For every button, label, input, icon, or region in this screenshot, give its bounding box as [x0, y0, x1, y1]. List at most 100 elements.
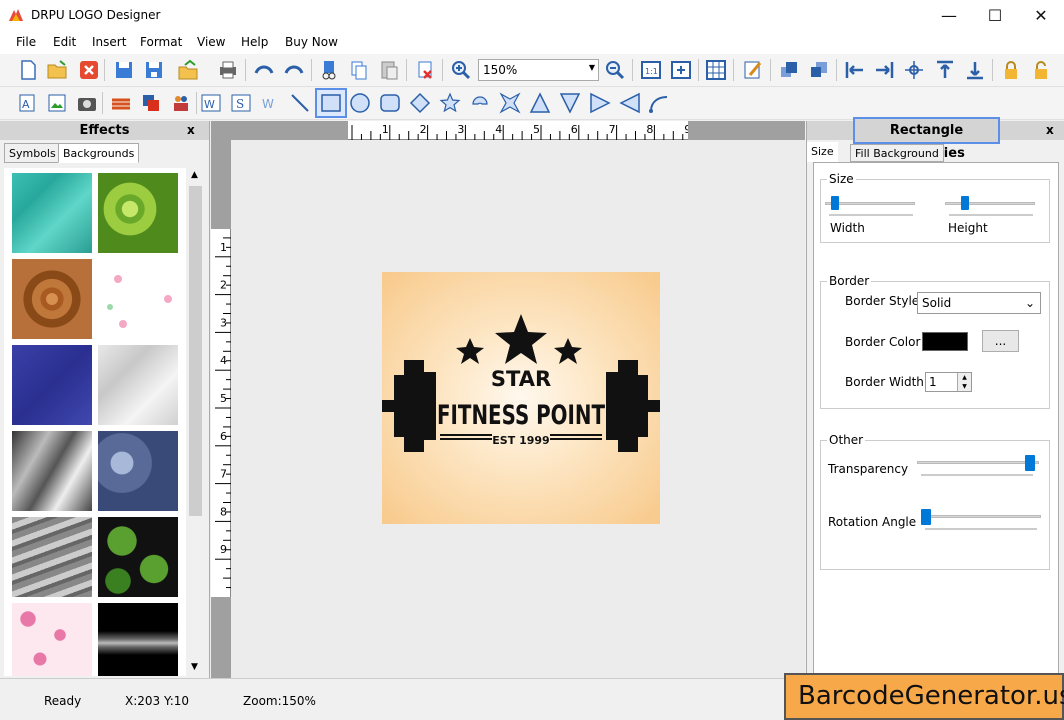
border-color-picker-button[interactable]: ...	[982, 330, 1019, 352]
align-center-button[interactable]	[901, 57, 927, 83]
export-button[interactable]	[175, 57, 201, 83]
triangle-right-tool-button[interactable]	[587, 90, 613, 116]
menu-buy-now[interactable]: Buy Now	[285, 35, 338, 49]
redo-button[interactable]	[281, 57, 307, 83]
border-color-swatch[interactable]	[922, 332, 968, 351]
background-thumbnail[interactable]	[98, 603, 178, 676]
background-thumbnail[interactable]	[98, 345, 178, 425]
menu-edit[interactable]: Edit	[53, 35, 76, 49]
align-right-button[interactable]	[871, 57, 897, 83]
chevron-down-icon[interactable]: ▼	[191, 662, 198, 672]
send-back-button[interactable]	[806, 57, 832, 83]
rotation-slider-thumb[interactable]	[921, 509, 931, 525]
triangle-left-tool-button[interactable]	[617, 90, 643, 116]
burst-tool-button[interactable]	[497, 90, 523, 116]
zoom-combo[interactable]: 150% ▼	[478, 59, 599, 81]
triangle-down-tool-button[interactable]	[557, 90, 583, 116]
image-tool-button[interactable]	[44, 90, 70, 116]
background-thumbnail[interactable]	[98, 517, 178, 597]
chevron-up-icon[interactable]: ▲	[191, 170, 198, 180]
design-canvas-area[interactable]: 123456789 123456789 STAR FITNESS POINT E…	[211, 121, 805, 678]
arc-tool-button[interactable]	[467, 90, 493, 116]
zoom-out-button[interactable]	[602, 57, 628, 83]
grid-button[interactable]	[703, 57, 729, 83]
unlock-button[interactable]	[1028, 57, 1054, 83]
transparency-slider-track[interactable]	[917, 461, 1039, 464]
delete-button[interactable]	[412, 57, 438, 83]
new-file-button[interactable]	[15, 57, 41, 83]
layers-tool-button[interactable]	[108, 90, 134, 116]
menu-view[interactable]: View	[197, 35, 225, 49]
watermark-tool-button[interactable]: W	[258, 90, 284, 116]
border-width-spinner[interactable]: 1 ▲ ▼	[925, 372, 972, 392]
scroll-thumb[interactable]	[189, 186, 202, 516]
shapes-tool-button[interactable]	[138, 90, 164, 116]
height-slider-thumb[interactable]	[961, 196, 969, 210]
menu-file[interactable]: File	[16, 35, 36, 49]
close-icon[interactable]: x	[1046, 123, 1054, 137]
fit-window-button[interactable]	[668, 57, 694, 83]
spin-up-icon[interactable]: ▲	[957, 373, 971, 382]
diamond-tool-button[interactable]	[407, 90, 433, 116]
background-thumbnail[interactable]	[12, 345, 92, 425]
maximize-icon[interactable]: ☐	[972, 0, 1018, 31]
transparency-slider-thumb[interactable]	[1025, 455, 1035, 471]
vertical-ruler: 1 2 3 4 5 6 7 8 9	[211, 229, 231, 597]
save-as-button[interactable]	[141, 57, 167, 83]
lock-button[interactable]	[998, 57, 1024, 83]
rectangle-tool-button[interactable]	[315, 88, 347, 118]
paste-button[interactable]	[376, 57, 402, 83]
background-thumbnail[interactable]	[12, 517, 92, 597]
minimize-icon[interactable]: —	[926, 0, 972, 31]
line-tool-button[interactable]	[287, 90, 313, 116]
menu-format[interactable]: Format	[140, 35, 182, 49]
wordart-tool-button[interactable]: W	[198, 90, 224, 116]
ellipse-tool-button[interactable]	[347, 90, 373, 116]
width-slider-thumb[interactable]	[831, 196, 839, 210]
background-thumbnail[interactable]	[12, 603, 92, 676]
logo-rectangle[interactable]: STAR FITNESS POINT EST 1999	[382, 272, 660, 524]
close-icon[interactable]: ✕	[1018, 0, 1064, 31]
tab-size[interactable]: Size	[807, 142, 838, 162]
close-doc-button[interactable]	[76, 57, 102, 83]
rounded-rect-tool-button[interactable]	[377, 90, 403, 116]
tab-fill-background[interactable]: Fill Background	[850, 144, 944, 162]
zoom-in-button[interactable]	[448, 57, 474, 83]
effects-scrollbar[interactable]: ▲ ▼	[187, 168, 204, 676]
users-tool-button[interactable]	[168, 90, 194, 116]
undo-button[interactable]	[251, 57, 277, 83]
text-tool-button[interactable]: A	[15, 90, 41, 116]
tab-symbols[interactable]: Symbols	[4, 143, 61, 163]
background-thumbnail[interactable]	[12, 259, 92, 339]
bring-front-button[interactable]	[776, 57, 802, 83]
align-bottom-button[interactable]	[962, 57, 988, 83]
height-slider-track[interactable]	[945, 202, 1035, 205]
curve-tool-button[interactable]	[646, 90, 672, 116]
menu-help[interactable]: Help	[241, 35, 268, 49]
background-thumbnail[interactable]	[12, 431, 92, 511]
menu-insert[interactable]: Insert	[92, 35, 126, 49]
background-thumbnail[interactable]	[98, 431, 178, 511]
actual-size-button[interactable]: 1:1	[638, 57, 664, 83]
star-tool-button[interactable]	[437, 90, 463, 116]
camera-tool-button[interactable]	[74, 90, 100, 116]
open-button[interactable]	[44, 57, 70, 83]
triangle-up-tool-button[interactable]	[527, 90, 553, 116]
align-left-button[interactable]	[842, 57, 868, 83]
copy-button[interactable]	[346, 57, 372, 83]
tab-backgrounds[interactable]: Backgrounds	[58, 143, 140, 163]
background-thumbnail[interactable]	[98, 259, 178, 339]
align-top-button[interactable]	[932, 57, 958, 83]
cut-button[interactable]	[316, 57, 342, 83]
properties-button[interactable]	[740, 57, 766, 83]
ellipse-icon	[350, 93, 370, 113]
rotation-slider-track[interactable]	[921, 515, 1041, 518]
close-icon[interactable]: x	[187, 123, 195, 137]
signature-tool-button[interactable]: S	[228, 90, 254, 116]
background-thumbnail[interactable]	[12, 173, 92, 253]
print-button[interactable]	[215, 57, 241, 83]
border-style-select[interactable]: Solid ⌄	[917, 292, 1041, 314]
save-button[interactable]	[111, 57, 137, 83]
background-thumbnail[interactable]	[98, 173, 178, 253]
spin-down-icon[interactable]: ▼	[957, 382, 971, 391]
